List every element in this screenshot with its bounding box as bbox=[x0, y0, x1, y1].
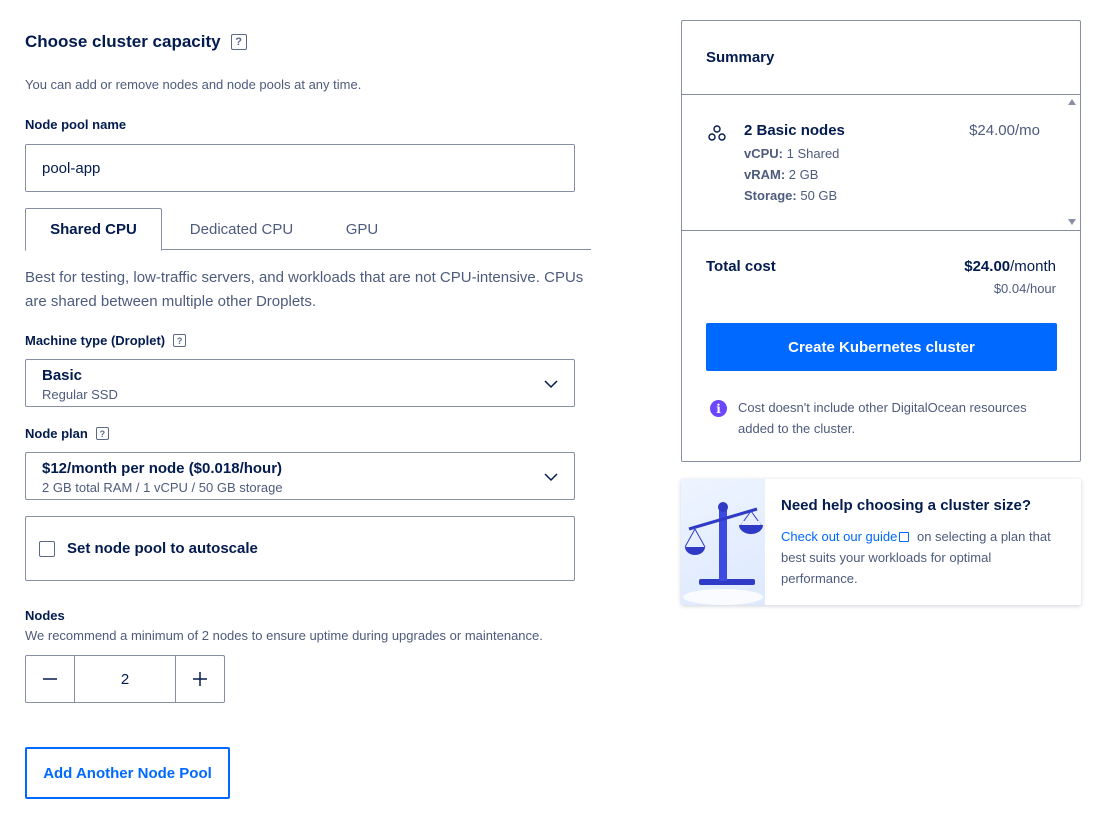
node-plan-selected: $12/month per node ($0.018/hour) bbox=[42, 460, 283, 477]
node-plan-label: Node plan ? bbox=[25, 426, 109, 441]
spec-vcpu-value: 1 Shared bbox=[786, 146, 840, 161]
summary-item-price: $24.00/mo bbox=[969, 122, 1040, 139]
create-cluster-button[interactable]: Create Kubernetes cluster bbox=[706, 323, 1057, 371]
total-cost-unit: /month bbox=[1010, 258, 1056, 275]
total-cost-value: $24.00/month bbox=[964, 258, 1056, 275]
help-icon[interactable]: ? bbox=[95, 427, 109, 440]
page-title: Choose cluster capacity bbox=[25, 32, 221, 51]
pool-name-value: pool-app bbox=[42, 159, 101, 177]
help-card: Need help choosing a cluster size? Check… bbox=[681, 479, 1081, 605]
capacity-subtitle: You can add or remove nodes and node poo… bbox=[25, 77, 362, 92]
chevron-down-icon bbox=[544, 473, 558, 482]
tab-gpu[interactable]: GPU bbox=[331, 208, 393, 250]
summary-title: Summary bbox=[682, 21, 1080, 95]
node-plan-sub: 2 GB total RAM / 1 vCPU / 50 GB storage bbox=[42, 480, 283, 495]
add-node-pool-button[interactable]: Add Another Node Pool bbox=[25, 747, 230, 799]
nodes-help-text: We recommend a minimum of 2 nodes to ens… bbox=[25, 628, 543, 643]
total-cost-amount: $24.00 bbox=[964, 258, 1011, 275]
machine-type-select[interactable]: Basic Regular SSD bbox=[25, 359, 575, 407]
spec-storage-label: Storage: bbox=[744, 188, 797, 203]
spec-vcpu-label: vCPU: bbox=[744, 146, 784, 161]
chevron-down-icon bbox=[544, 380, 558, 389]
pool-name-label-text: Node pool name bbox=[25, 117, 127, 132]
external-link-icon bbox=[899, 532, 910, 542]
plus-icon bbox=[193, 672, 208, 686]
machine-type-label-text: Machine type (Droplet) bbox=[25, 333, 166, 348]
cost-note: Cost doesn't include other DigitalOcean … bbox=[738, 400, 1027, 436]
machine-type-sub: Regular SSD bbox=[42, 387, 118, 402]
scale-illustration bbox=[681, 479, 765, 605]
autoscale-checkbox[interactable] bbox=[39, 540, 55, 557]
scroll-up-arrow-icon[interactable] bbox=[1068, 99, 1076, 105]
cpu-tabs: Shared CPU Dedicated CPU GPU bbox=[25, 208, 591, 251]
summary-panel: Summary 2 Basic nodes $24.00/mo vCPU: 1 … bbox=[681, 20, 1081, 462]
total-cost-hourly: $0.04/hour bbox=[993, 281, 1056, 296]
spec-storage: Storage: 50 GB bbox=[744, 188, 837, 203]
help-icon[interactable]: ? bbox=[230, 34, 247, 50]
pool-name-input[interactable]: pool-app bbox=[25, 144, 575, 192]
total-cost-label: Total cost bbox=[706, 258, 776, 275]
info-icon: i bbox=[710, 400, 727, 417]
summary-item-title: 2 Basic nodes bbox=[744, 122, 845, 139]
help-icon[interactable]: ? bbox=[173, 334, 187, 347]
tab-dedicated-cpu[interactable]: Dedicated CPU bbox=[175, 208, 308, 250]
autoscale-label: Set node pool to autoscale bbox=[67, 540, 258, 557]
summary-items: 2 Basic nodes $24.00/mo vCPU: 1 Shared v… bbox=[682, 95, 1080, 231]
decrement-button[interactable] bbox=[26, 656, 74, 702]
spec-vcpu: vCPU: 1 Shared bbox=[744, 146, 839, 161]
nodes-label: Nodes bbox=[25, 608, 65, 623]
spec-vram-label: vRAM: bbox=[744, 167, 786, 182]
help-card-title: Need help choosing a cluster size? bbox=[781, 497, 1032, 514]
node-plan-select[interactable]: $12/month per node ($0.018/hour) 2 GB to… bbox=[25, 452, 575, 500]
capacity-header: Choose cluster capacity ? bbox=[25, 32, 247, 52]
node-plan-label-text: Node plan bbox=[25, 426, 88, 441]
summary-item-price-amount: $24.00 bbox=[969, 122, 1015, 139]
machine-type-label: Machine type (Droplet) ? bbox=[25, 333, 187, 348]
machine-type-selected: Basic bbox=[42, 367, 83, 384]
tab-shared-cpu[interactable]: Shared CPU bbox=[25, 208, 162, 251]
tab-description: Best for testing, low-traffic servers, a… bbox=[25, 269, 584, 310]
autoscale-option[interactable]: Set node pool to autoscale bbox=[25, 516, 575, 581]
nodes-icon bbox=[708, 125, 726, 141]
summary-item-price-unit: /mo bbox=[1014, 122, 1040, 139]
increment-button[interactable] bbox=[176, 656, 224, 702]
minus-icon bbox=[42, 678, 57, 680]
spec-vram-value: 2 GB bbox=[788, 167, 819, 182]
spec-vram: vRAM: 2 GB bbox=[744, 167, 818, 182]
nodes-label-text: Nodes bbox=[25, 608, 65, 623]
node-count-stepper: 2 bbox=[25, 655, 225, 703]
spec-storage-value: 50 GB bbox=[800, 188, 838, 203]
scroll-down-arrow-icon[interactable] bbox=[1068, 219, 1076, 225]
pool-name-label: Node pool name bbox=[25, 117, 126, 132]
guide-link[interactable]: Check out our guide bbox=[781, 529, 897, 544]
help-card-text: Check out our guide on selecting a plan … bbox=[781, 526, 1066, 589]
node-count-input[interactable]: 2 bbox=[73, 656, 177, 702]
